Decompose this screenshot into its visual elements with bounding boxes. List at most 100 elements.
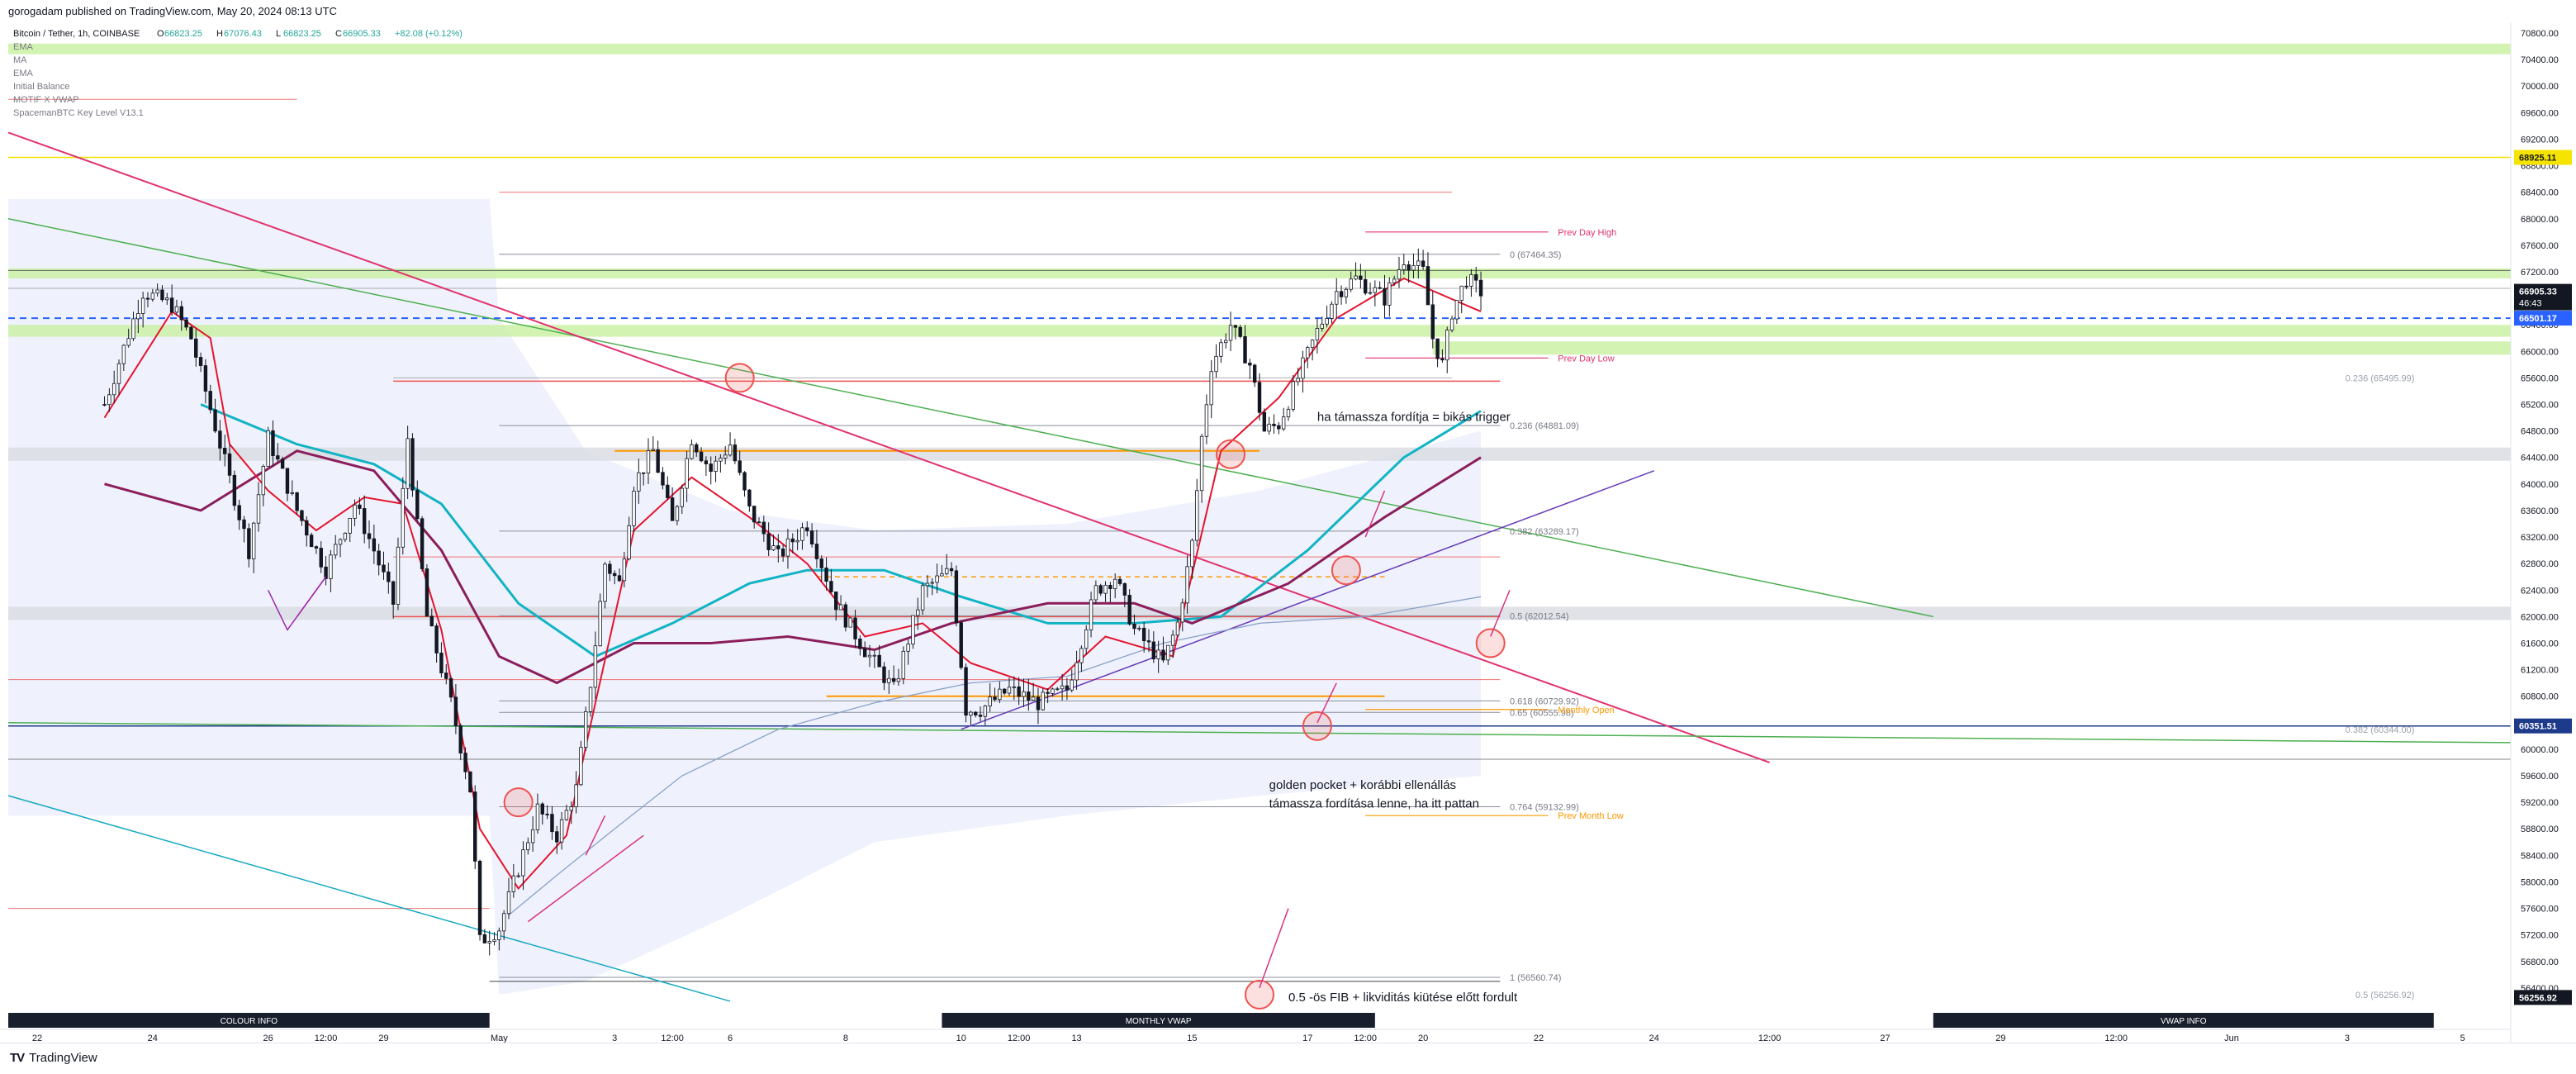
- candle-body: [131, 318, 135, 340]
- gray-zone-0: [8, 447, 2511, 461]
- candle-body: [632, 491, 636, 526]
- candle-body: [666, 484, 670, 498]
- candle-body: [714, 460, 718, 473]
- candle-body: [492, 939, 496, 942]
- candle-body: [285, 468, 290, 494]
- publish-info: gorogadam published on TradingView.com, …: [8, 5, 337, 17]
- candle-body: [1224, 340, 1228, 344]
- level-badge-text-2: 60351.51: [2519, 722, 2557, 732]
- candle-body: [704, 460, 709, 464]
- candle-body: [1315, 328, 1320, 341]
- candle-body: [1166, 644, 1170, 661]
- time-tick-24: 3: [2345, 1034, 2350, 1043]
- time-tick-3: 12:00: [315, 1034, 338, 1043]
- candle-body: [420, 518, 425, 569]
- candle-body: [1141, 627, 1146, 642]
- candle-body: [993, 696, 997, 701]
- time-tick-18: 24: [1649, 1034, 1659, 1043]
- candle-body: [858, 639, 862, 649]
- time-tick-5: May: [491, 1034, 508, 1043]
- candle-body: [1248, 363, 1252, 366]
- tradingview-brand[interactable]: TV TradingView: [10, 1051, 97, 1065]
- candle-body: [353, 504, 357, 519]
- price-tick-8: 67600.00: [2521, 241, 2559, 251]
- candle-body: [555, 831, 559, 843]
- candle-body: [824, 568, 828, 582]
- candle-body: [295, 492, 299, 511]
- candle-body: [1349, 278, 1353, 290]
- candle-body: [208, 391, 212, 411]
- candle-body: [1156, 649, 1160, 659]
- candle-body: [1151, 641, 1156, 659]
- candle-body: [1185, 566, 1189, 604]
- green-zone-1: [8, 268, 2511, 278]
- candle-body: [280, 459, 285, 469]
- bottom-label-0: COLOUR INFO: [221, 1017, 278, 1026]
- candle-body: [1219, 342, 1223, 357]
- annotation-2: támassza fordítása lenne, ha itt pattan: [1269, 797, 1479, 811]
- fib-label-7: 1 (56560.74): [1510, 973, 1561, 983]
- time-tick-11: 12:00: [1008, 1034, 1031, 1043]
- price-tick-28: 59600.00: [2521, 772, 2559, 782]
- candle-body: [453, 696, 458, 726]
- candle-body: [1070, 679, 1074, 691]
- bottom-bar: TV TradingView: [0, 1043, 2576, 1074]
- candle-body: [203, 365, 208, 392]
- price-tick-21: 62400.00: [2521, 586, 2559, 596]
- candle-body: [1079, 648, 1084, 663]
- candle-body: [695, 444, 699, 453]
- candle-body: [670, 497, 675, 521]
- candle-body: [862, 648, 867, 658]
- level-badge-text-1: 66501.17: [2519, 314, 2557, 324]
- price-axis[interactable]: 70800.00 70400.00 70000.00 69600.00 69200.00…: [2510, 23, 2576, 1043]
- candle-body: [1209, 371, 1213, 406]
- candle-body: [593, 645, 598, 688]
- candle-body: [1478, 279, 1483, 297]
- candle-body: [1449, 318, 1454, 330]
- candle-body: [766, 533, 771, 550]
- time-tick-16: 20: [1418, 1034, 1428, 1043]
- candle-body: [1402, 264, 1407, 270]
- candle-body: [959, 622, 963, 668]
- candle-body: [1089, 599, 1093, 630]
- candle-body: [1065, 685, 1070, 691]
- candle-body: [136, 313, 140, 320]
- candle-body: [165, 297, 169, 301]
- price-chart[interactable]: 0 (67464.35) 0.236 (64881.09) 0.382 (63289…: [0, 23, 2576, 1043]
- price-tick-4: 69200.00: [2521, 135, 2559, 145]
- fib-label-3: 0.5 (62012.54): [1510, 611, 1569, 621]
- candle-body: [661, 472, 665, 486]
- candle-body: [1022, 691, 1026, 697]
- candle-body: [425, 568, 429, 617]
- candle-body: [1036, 696, 1041, 710]
- price-tick-20: 62800.00: [2521, 559, 2559, 569]
- price-tick-14: 65200.00: [2521, 401, 2559, 411]
- candle-body: [1388, 282, 1392, 306]
- indicator-5: SpacemanBTC Key Level V13.1: [13, 108, 144, 118]
- candle-body: [116, 363, 121, 384]
- candle-body: [102, 404, 107, 406]
- ohlc-value-1: 67076.43: [224, 29, 262, 39]
- candle-body: [511, 875, 516, 892]
- candle-body: [256, 494, 261, 524]
- candle-body: [319, 548, 323, 568]
- candle-body: [300, 510, 304, 521]
- time-tick-9: 8: [843, 1034, 848, 1043]
- candle-body: [608, 563, 612, 574]
- candle-body: [1031, 696, 1036, 701]
- candle-body: [391, 581, 396, 605]
- candle-body: [1175, 621, 1180, 636]
- candle-body: [429, 615, 434, 627]
- time-tick-14: 17: [1302, 1034, 1312, 1043]
- candle-body: [780, 549, 785, 557]
- candle-body: [140, 297, 145, 314]
- tradingview-logo-icon: TV: [10, 1051, 25, 1065]
- candle-body: [719, 458, 723, 462]
- candle-body: [1093, 585, 1098, 601]
- candle-body: [853, 617, 857, 639]
- candle-body: [276, 455, 280, 460]
- time-tick-15: 12:00: [1354, 1034, 1377, 1043]
- candle-body: [1002, 688, 1007, 694]
- candle-body: [675, 506, 680, 521]
- candle-body: [1170, 634, 1175, 646]
